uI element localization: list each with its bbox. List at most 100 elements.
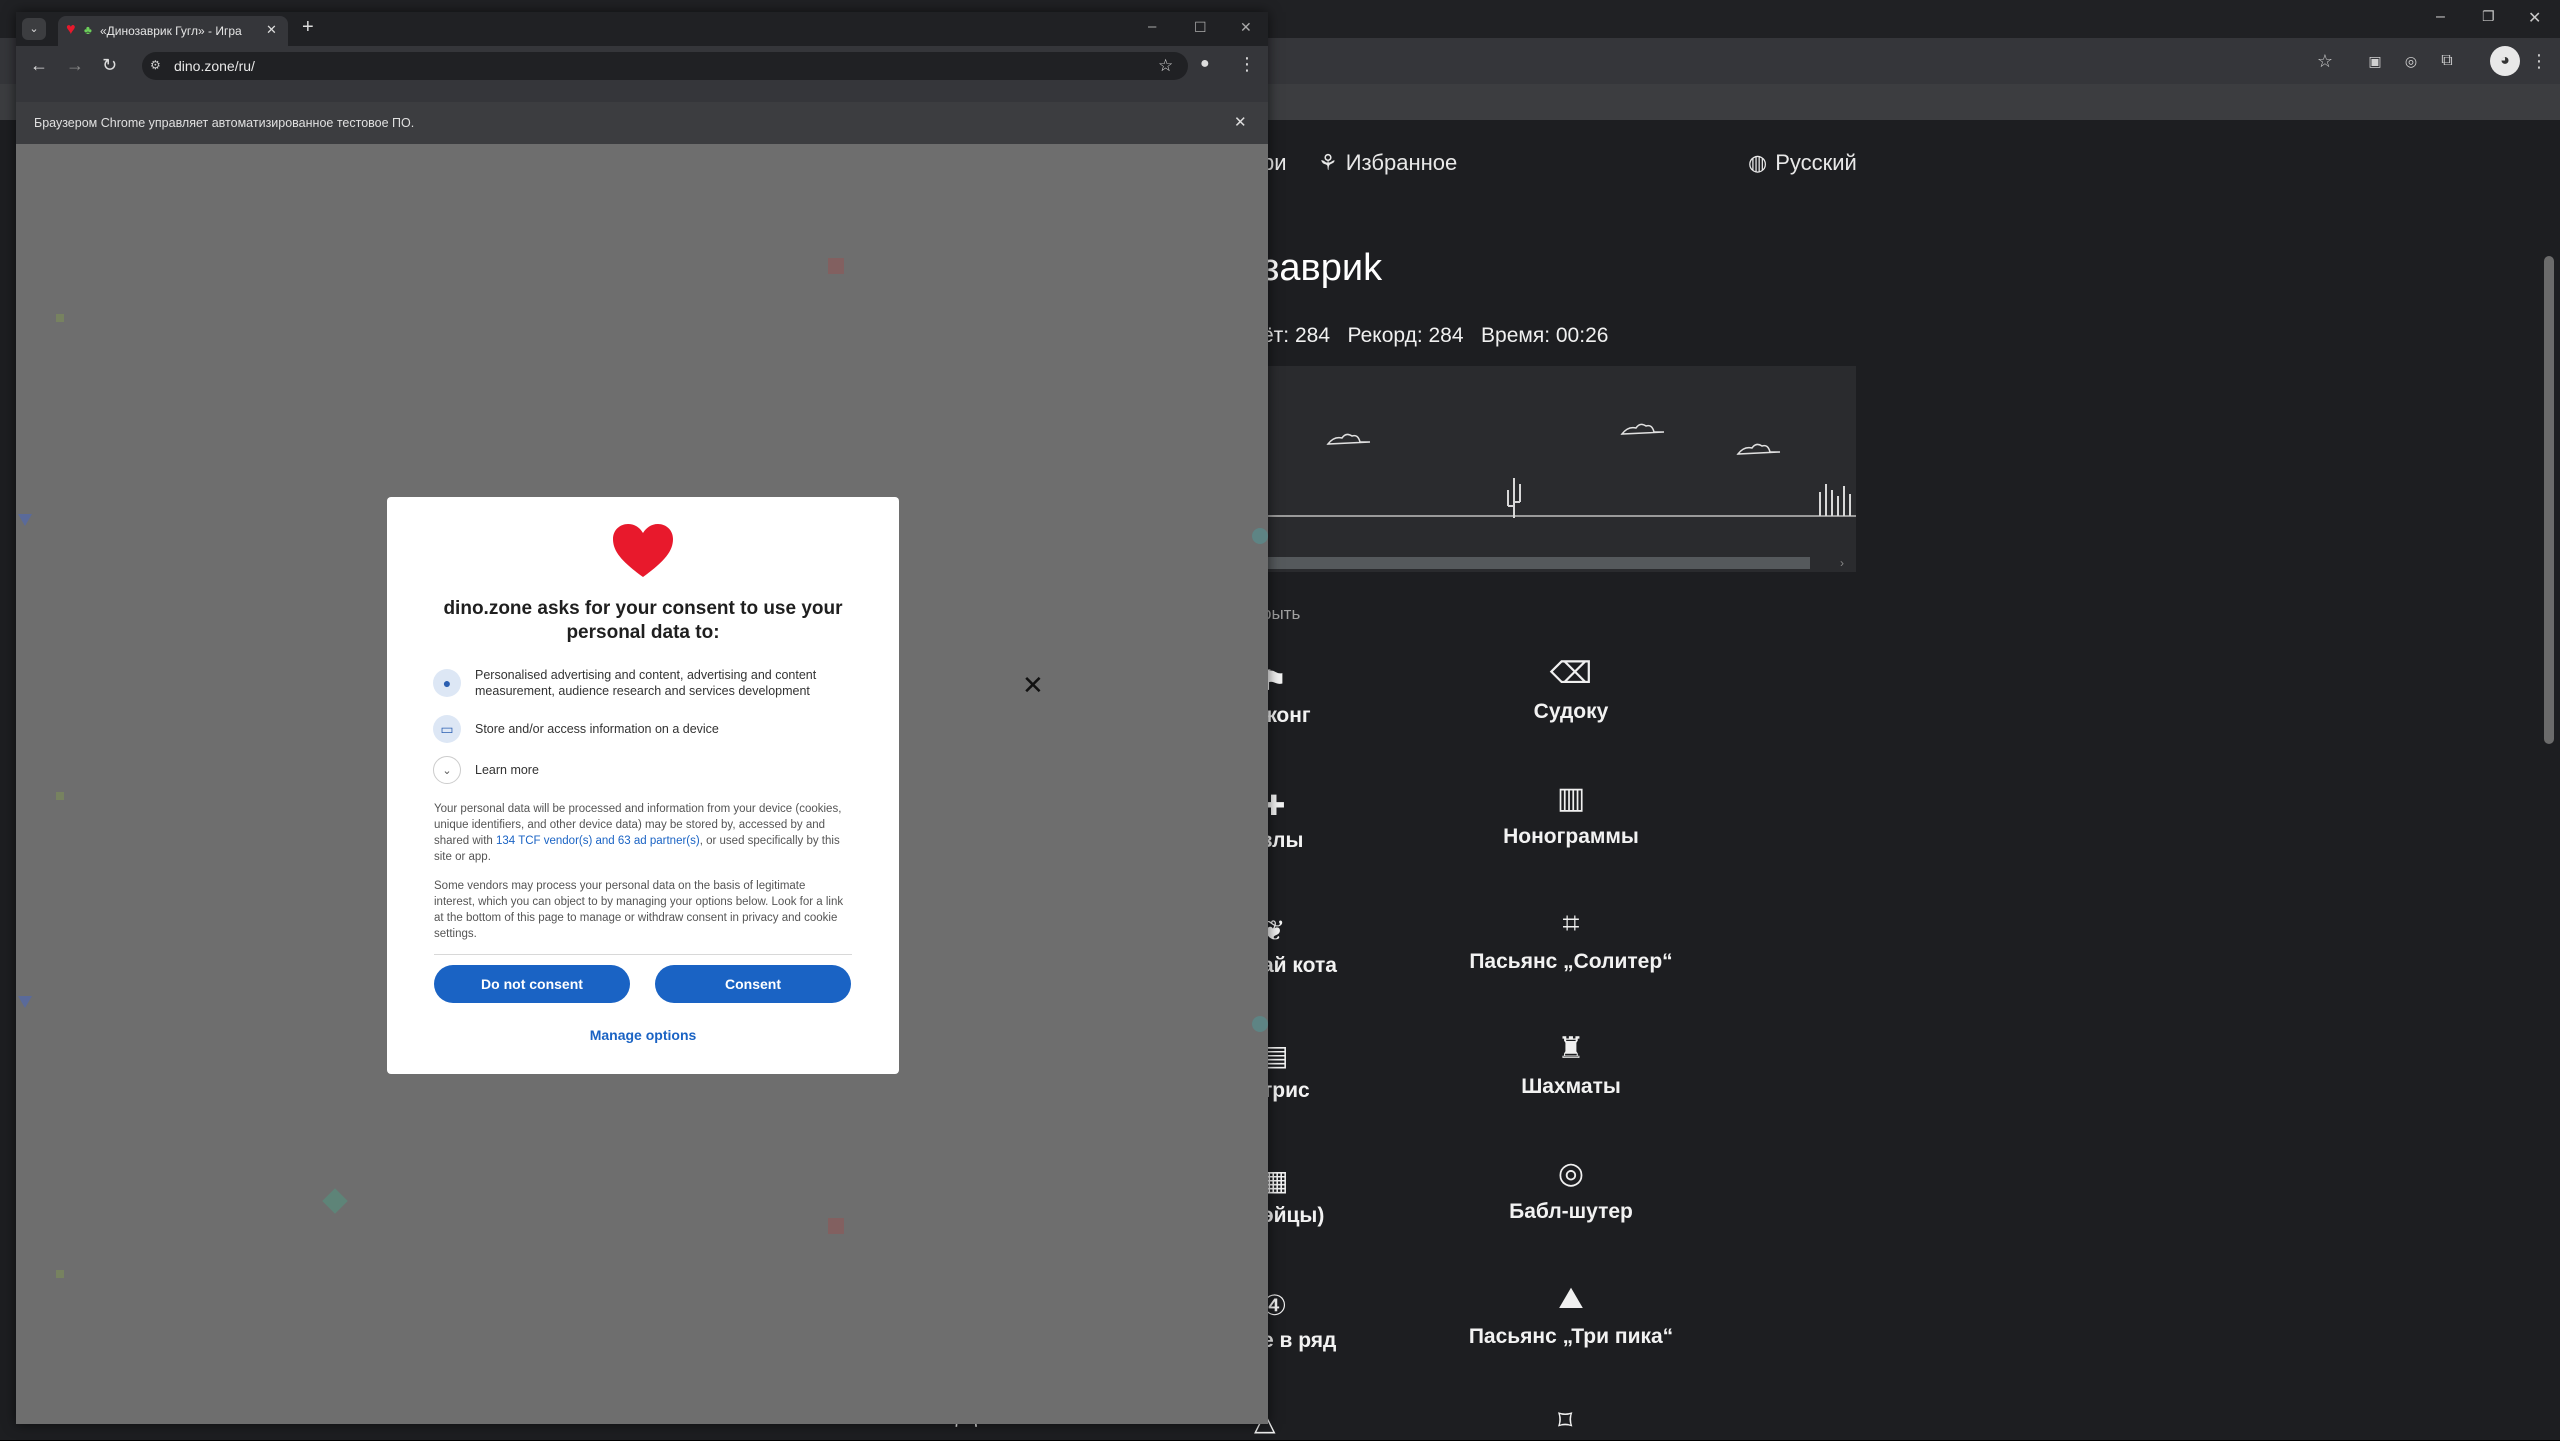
- maximize-button[interactable]: ☐: [1194, 19, 1207, 36]
- tile-puzzles[interactable]: ✚ злы: [1262, 790, 1304, 853]
- purpose-store-access: ▭ Store and/or access information on a d…: [433, 715, 853, 743]
- new-tab-button[interactable]: +: [302, 16, 314, 39]
- restore-button[interactable]: ❐: [2482, 8, 2495, 25]
- automation-infobar: Браузером Chrome управляет автоматизиров…: [16, 102, 1268, 144]
- url-text[interactable]: dino.zone/ru/: [174, 58, 255, 74]
- consent-button[interactable]: Consent: [655, 965, 851, 1003]
- eraser-icon: ⌫: [1549, 657, 1593, 690]
- infobar-text: Браузером Chrome управляет автоматизиров…: [34, 116, 415, 130]
- tile-checkers[interactable]: ▦ эйцы): [1262, 1165, 1325, 1228]
- purpose-personalised-ads: ● Personalised advertising and content, …: [433, 667, 853, 699]
- tile-label: эйцы): [1262, 1204, 1325, 1227]
- toolbar: ← → ↻ ⚙ dino.zone/ru/ ☆ ● ⋮: [16, 46, 1268, 86]
- tile-label: Нонограммы: [1503, 825, 1639, 848]
- minimize-button[interactable]: –: [2436, 8, 2445, 26]
- tile-label: ай кота: [1262, 954, 1337, 977]
- cloud-shape: [1736, 443, 1781, 455]
- cactus-shape: [1507, 478, 1521, 518]
- cloud-shape: [1326, 433, 1371, 445]
- vendors-link[interactable]: 134 TCF vendor(s) and 63 ad partner(s): [496, 835, 700, 847]
- dialog-title: dino.zone asks for your consent to use y…: [443, 598, 843, 643]
- dino-emoji-icon: ♣: [84, 23, 92, 37]
- bookmark-star-icon[interactable]: ☆: [1158, 56, 1173, 76]
- page-scrollbar[interactable]: [2544, 256, 2554, 744]
- toolbar-bottom: [16, 86, 1268, 102]
- menu-kebab-icon[interactable]: ⋮: [1238, 54, 1256, 75]
- decor-dot: [56, 314, 64, 322]
- cactus-group-shape: [1819, 484, 1851, 516]
- tab-list-chevron-icon[interactable]: ⌄: [22, 18, 46, 40]
- decor-dot: [56, 1270, 64, 1278]
- learn-more-label: Learn more: [475, 763, 539, 777]
- tile-label: злы: [1262, 829, 1304, 852]
- nav-favorites-label: Избранное: [1345, 150, 1458, 175]
- tab-strip: ⌄ ♥ ♣ «Динозаврик Гугл» - Игра ✕ + – ☐ ✕: [16, 12, 1268, 46]
- learn-more-toggle[interactable]: ⌄ Learn more: [433, 756, 853, 784]
- tile-label: Судоку: [1533, 700, 1609, 723]
- cloud-shape: [1620, 423, 1665, 435]
- profile-avatar-icon[interactable]: ◕: [2490, 46, 2520, 76]
- consent-dialog: dino.zone asks for your consent to use y…: [387, 497, 899, 1074]
- overlay-close-icon[interactable]: ✕: [1022, 670, 1044, 701]
- device-icon: ▭: [433, 715, 461, 743]
- target-icon: ◎: [1557, 1157, 1585, 1190]
- decor-square: [828, 1218, 844, 1234]
- crop-icon: ⌗: [1562, 907, 1580, 940]
- game-scene: [1262, 423, 1856, 518]
- shape-icon: ⌑: [1558, 1405, 1573, 1436]
- tile-bubble-shooter[interactable]: ◎ Бабл-шутер: [1441, 1154, 1701, 1224]
- do-not-consent-button[interactable]: Do not consent: [434, 965, 630, 1003]
- active-tab[interactable]: ♥ ♣ «Динозаврик Гугл» - Игра ✕: [58, 16, 288, 46]
- mountain-icon: ⛰: [1558, 1282, 1584, 1315]
- tab-search-icon[interactable]: ▣: [2362, 48, 2388, 74]
- tile-solitaire[interactable]: ⌗ Пасьянс „Солитер“: [1441, 904, 1701, 974]
- game-stats: ёт: 284 Рекорд: 284 Время: 00:26: [1262, 324, 1609, 347]
- tab-title: «Динозаврик Гугл» - Игра: [100, 24, 242, 38]
- profile-icon[interactable]: ●: [1200, 55, 1210, 73]
- back-arrow-icon[interactable]: ←: [30, 55, 48, 76]
- bookmark-star-icon[interactable]: ☆: [2312, 48, 2338, 74]
- infobar-close-icon[interactable]: ✕: [1234, 113, 1247, 131]
- language-label: Русский: [1775, 150, 1857, 175]
- page-title-fragment: завриk: [1262, 247, 1383, 289]
- reload-icon[interactable]: ↻: [102, 55, 117, 76]
- globe-icon: ◍: [1748, 150, 1768, 175]
- chess-icon: ♜: [1557, 1032, 1585, 1065]
- menu-kebab-icon[interactable]: ⋮: [2526, 48, 2552, 74]
- purpose-text: Store and/or access information on a dev…: [475, 722, 719, 736]
- decor-circle: [1252, 1016, 1268, 1032]
- heart-logo-icon: [613, 524, 673, 577]
- scroll-arrow-icon[interactable]: ›: [1840, 556, 1844, 570]
- decor-square: [828, 258, 844, 274]
- close-window-button[interactable]: ✕: [1240, 19, 1252, 36]
- manage-options-link[interactable]: Manage options: [387, 1027, 899, 1043]
- tile-nonograms[interactable]: ▥ Нонограммы: [1441, 779, 1701, 849]
- tile-tetris[interactable]: ▤ трис: [1262, 1040, 1310, 1103]
- nav-item-favorites[interactable]: ⚘ Избранное: [1318, 150, 1457, 176]
- decor-triangle: [18, 514, 32, 526]
- data-processing-paragraph: Your personal data will be processed and…: [434, 801, 844, 865]
- tile-chess[interactable]: ♜ Шахматы: [1441, 1029, 1701, 1099]
- tile-tri-peaks[interactable]: ⛰ Пасьянс „Три пика“: [1441, 1279, 1701, 1349]
- close-window-button[interactable]: ✕: [2528, 8, 2541, 28]
- dino-game-canvas[interactable]: [1262, 366, 1856, 572]
- site-info-icon[interactable]: ⚙: [150, 58, 161, 72]
- minimize-button[interactable]: –: [1148, 18, 1156, 35]
- heart-favicon-icon: ♥: [66, 21, 76, 38]
- chevron-down-icon[interactable]: ⌄: [433, 756, 461, 784]
- extensions-icon[interactable]: ⧉: [2434, 48, 2460, 74]
- forward-arrow-icon[interactable]: →: [66, 55, 84, 76]
- tile-mahjong[interactable]: ⚑ жонг: [1262, 665, 1311, 728]
- tile-label: жонг: [1262, 704, 1311, 727]
- language-selector[interactable]: ◍ Русский: [1748, 150, 1857, 176]
- address-bar[interactable]: ⚙ dino.zone/ru/ ☆: [142, 52, 1188, 80]
- tile-four-in-row[interactable]: ④е в ряд: [1262, 1290, 1336, 1353]
- tile-label: Пасьянс „Три пика“: [1468, 1325, 1674, 1348]
- tab-close-icon[interactable]: ✕: [266, 22, 277, 38]
- tile-cat[interactable]: ❦ ай кота: [1262, 915, 1337, 978]
- game-scrollbar[interactable]: [1262, 557, 1810, 569]
- tile-sudoku[interactable]: ⌫ Судоку: [1441, 654, 1701, 724]
- legitimate-interest-paragraph: Some vendors may process your personal d…: [434, 880, 844, 940]
- incognito-icon[interactable]: ◎: [2398, 48, 2424, 74]
- paintbrush-icon: ▥: [1556, 782, 1586, 815]
